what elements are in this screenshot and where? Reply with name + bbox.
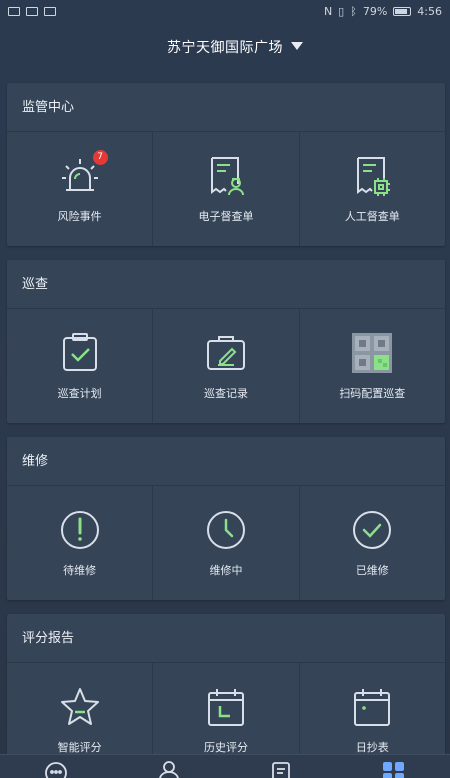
list-icon	[272, 762, 291, 778]
patrol-record-icon	[204, 331, 248, 375]
qr-code-icon	[350, 331, 394, 375]
section-repair: 维修 待维修 维修中 已维修	[7, 437, 445, 600]
pending-repair-icon	[58, 508, 102, 552]
nav-user[interactable]	[149, 755, 189, 778]
apps-grid-icon	[382, 762, 404, 778]
sim-icon	[26, 6, 38, 16]
nav-apps[interactable]	[374, 755, 414, 778]
repairing-button[interactable]: 维修中	[153, 486, 300, 600]
battery-percent: 79%	[362, 4, 388, 18]
history-score-calendar-icon	[204, 685, 248, 729]
cell-label: 电子督查单	[198, 210, 254, 223]
bottom-nav	[0, 754, 450, 778]
nfc-icon: N	[323, 4, 333, 18]
daily-meter-calendar-icon	[350, 685, 394, 729]
section-grid: 待维修 维修中 已维修	[7, 486, 445, 600]
nav-list[interactable]	[261, 755, 301, 778]
battery-icon	[393, 6, 412, 16]
patrol-plan-button[interactable]: 巡查计划	[7, 309, 154, 423]
patrol-record-button[interactable]: 巡查记录	[153, 309, 300, 423]
cell-label: 人工督查单	[344, 210, 400, 223]
location-selector[interactable]: 苏宁天御国际广场	[0, 22, 450, 72]
repaired-button[interactable]: 已维修	[300, 486, 445, 600]
section-score-report: 评分报告 智能评分 历史评分 日抄表	[7, 614, 445, 777]
chat-icon	[45, 762, 68, 778]
section-patrol: 巡查 巡查计划 巡查记录 扫码配置巡查	[7, 260, 445, 423]
section-supervision: 监管中心 7 风险事件 电子督查单 人工督查单	[7, 83, 445, 246]
repairing-clock-icon	[204, 508, 248, 552]
clock: 4:56	[417, 4, 442, 18]
pending-repair-button[interactable]: 待维修	[7, 486, 154, 600]
dropdown-arrow-icon[interactable]	[291, 42, 303, 50]
e-inspection-order-icon	[204, 154, 248, 198]
bluetooth-icon: ᛒ	[350, 4, 357, 18]
section-grid: 巡查计划 巡查记录 扫码配置巡查	[7, 309, 445, 423]
alarm-icon: 7	[58, 150, 108, 198]
cell-label: 扫码配置巡查	[339, 387, 406, 400]
cell-label: 历史评分	[203, 741, 248, 754]
repaired-check-icon	[350, 508, 394, 552]
notification-icon	[8, 6, 20, 16]
manual-inspection-order-icon	[350, 154, 394, 198]
section-title: 监管中心	[7, 83, 445, 132]
patrol-plan-icon	[58, 331, 102, 375]
section-title: 巡查	[7, 260, 445, 309]
notification-badge: 7	[92, 150, 108, 165]
risk-events-button[interactable]: 7 风险事件	[7, 132, 154, 246]
cell-label: 巡查记录	[203, 387, 248, 400]
smart-score-star-icon	[58, 685, 102, 729]
page-title: 苏宁天御国际广场	[167, 40, 283, 56]
user-icon	[159, 761, 179, 778]
cell-label: 风险事件	[57, 210, 102, 223]
vibrate-icon: ▯	[338, 4, 345, 18]
nav-chat[interactable]	[36, 755, 76, 778]
main-content: 监管中心 7 风险事件 电子督查单 人工督查单 巡查 巡查计划 巡查记录 扫码配…	[7, 83, 445, 778]
cell-label: 维修中	[209, 564, 243, 577]
cell-label: 巡查计划	[57, 387, 102, 400]
e-inspection-order-button[interactable]: 电子督查单	[153, 132, 300, 246]
cell-label: 日抄表	[355, 741, 389, 754]
cell-label: 待维修	[63, 564, 97, 577]
manual-inspection-order-button[interactable]: 人工督查单	[300, 132, 445, 246]
status-left	[8, 6, 56, 16]
status-right: N ▯ ᛒ 79% 4:56	[324, 5, 442, 18]
cell-label: 智能评分	[57, 741, 102, 754]
status-bar: N ▯ ᛒ 79% 4:56	[0, 0, 450, 22]
section-title: 维修	[7, 437, 445, 486]
section-title: 评分报告	[7, 614, 445, 663]
scan-config-patrol-button[interactable]: 扫码配置巡查	[300, 309, 445, 423]
cell-label: 已维修	[355, 564, 389, 577]
section-grid: 7 风险事件 电子督查单 人工督查单	[7, 132, 445, 246]
wifi-icon	[44, 6, 56, 16]
